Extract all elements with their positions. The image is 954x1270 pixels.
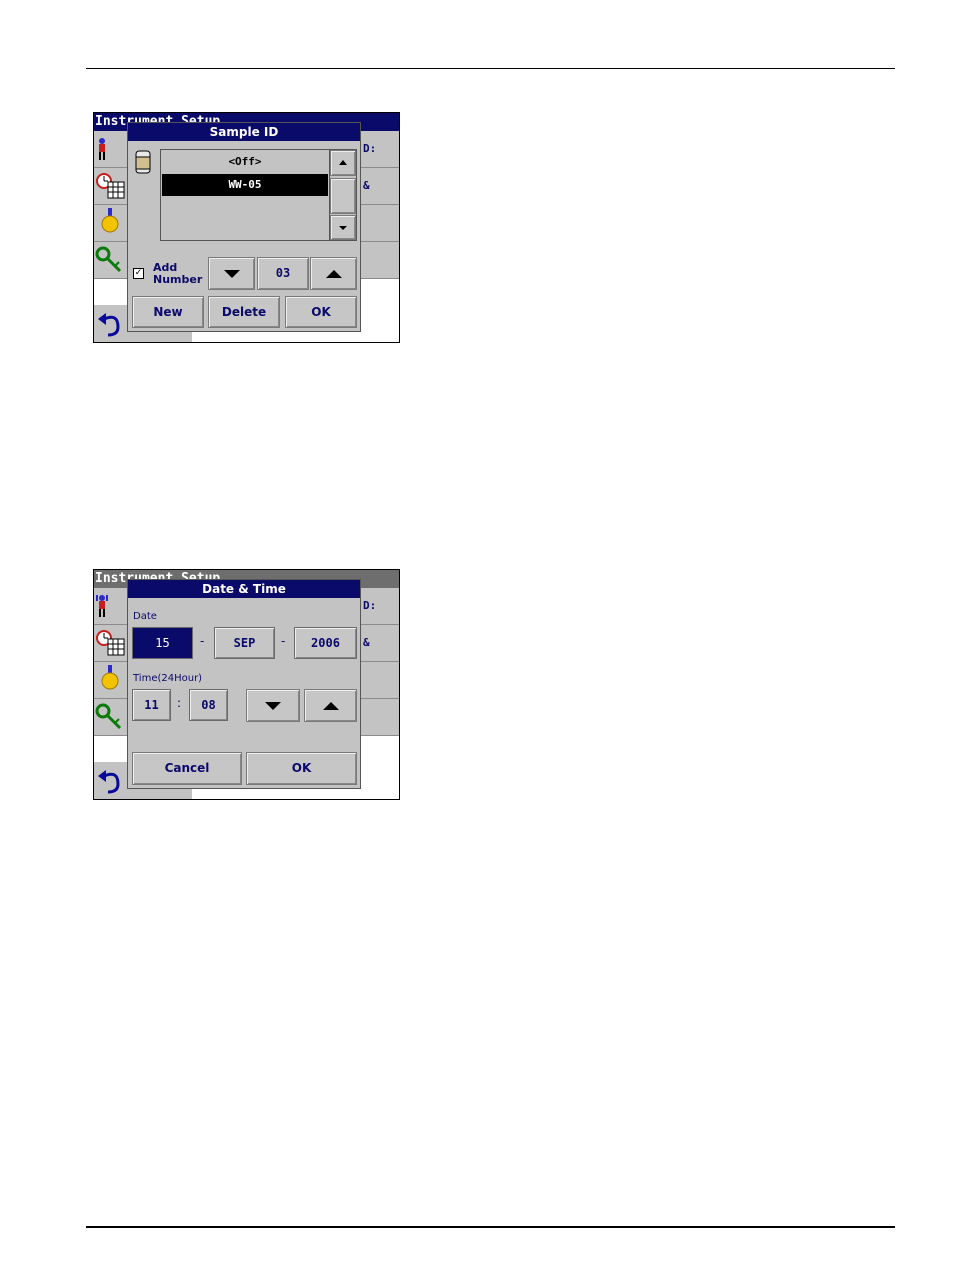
lamp-icon — [101, 665, 119, 690]
scroll-thumb[interactable] — [330, 178, 356, 214]
day-field[interactable]: 15 — [132, 627, 193, 659]
date-separator: - — [281, 634, 286, 648]
date-separator: - — [200, 634, 205, 648]
date-time-button[interactable] — [94, 168, 127, 205]
date-time-button[interactable] — [94, 625, 127, 662]
increment-button[interactable] — [304, 689, 357, 722]
arrow-up-icon — [322, 701, 339, 710]
lamp-button[interactable] — [94, 662, 127, 699]
key-icon — [95, 246, 122, 273]
arrow-down-icon — [265, 701, 281, 710]
sample-bottle-icon — [135, 150, 151, 174]
lamp-icon — [101, 208, 119, 233]
sample-id-dialog: Sample ID <Off> WW-05 ✓ Add Number 03 Ne… — [127, 122, 361, 332]
back-arrow-icon[interactable] — [94, 305, 127, 341]
list-item-selected[interactable]: WW-05 — [162, 174, 328, 196]
delete-button[interactable]: Delete — [208, 296, 280, 328]
chevron-down-icon — [339, 225, 347, 230]
hour-field[interactable]: 11 — [132, 689, 171, 721]
increment-button[interactable] — [310, 257, 357, 290]
ok-button[interactable]: OK — [285, 296, 357, 328]
decrement-button[interactable] — [246, 689, 300, 722]
right-button-1[interactable]: D: — [360, 588, 399, 625]
minute-field[interactable]: 08 — [189, 689, 228, 721]
screen-sample-id: Instrument Setup — [93, 112, 400, 343]
right-button-2[interactable]: & — [360, 168, 399, 205]
number-value[interactable]: 03 — [257, 257, 309, 290]
arrow-down-icon — [223, 269, 240, 278]
right-button-1[interactable]: D: — [360, 131, 399, 168]
add-number-checkbox[interactable]: ✓ — [133, 268, 144, 279]
right-button-4[interactable] — [360, 699, 399, 736]
dialog-title: Sample ID — [128, 123, 360, 141]
right-button-2[interactable]: & — [360, 625, 399, 662]
footer-rule — [86, 1226, 895, 1228]
chevron-up-icon — [339, 160, 347, 165]
left-toolbar — [94, 588, 192, 799]
date-time-dialog: Date & Time Date 15 - SEP - 2006 Time(24… — [127, 579, 361, 789]
scroll-down-button[interactable] — [330, 215, 356, 240]
date-label: Date — [133, 611, 157, 622]
clock-calendar-icon — [96, 630, 125, 656]
header-rule — [86, 68, 895, 69]
right-button-4[interactable] — [360, 242, 399, 279]
operator-button[interactable] — [94, 588, 127, 625]
sample-id-list[interactable]: <Off> WW-05 — [160, 149, 330, 241]
back-arrow-icon[interactable] — [94, 762, 127, 798]
list-scrollbar[interactable] — [329, 149, 357, 241]
right-button-3[interactable] — [360, 205, 399, 242]
operator-icon — [99, 138, 105, 160]
cancel-button[interactable]: Cancel — [132, 752, 242, 785]
screen-date-time: Instrument Setup — [93, 569, 400, 800]
right-button-3[interactable] — [360, 662, 399, 699]
new-button[interactable]: New — [132, 296, 204, 328]
scroll-up-button[interactable] — [330, 150, 356, 176]
add-number-label: Add Number — [153, 261, 203, 286]
operator-icon — [96, 595, 108, 617]
list-item[interactable]: <Off> — [162, 151, 328, 173]
clock-calendar-icon — [96, 173, 125, 199]
year-field[interactable]: 2006 — [294, 627, 357, 659]
left-toolbar — [94, 131, 192, 342]
security-button[interactable] — [94, 699, 127, 736]
operator-button[interactable] — [94, 131, 127, 168]
month-field[interactable]: SEP — [214, 627, 275, 659]
security-button[interactable] — [94, 242, 127, 279]
dialog-title: Date & Time — [128, 580, 360, 598]
decrement-button[interactable] — [208, 257, 255, 290]
lamp-button[interactable] — [94, 205, 127, 242]
time-separator: : — [177, 696, 182, 710]
arrow-up-icon — [325, 269, 342, 278]
key-icon — [95, 703, 122, 730]
time-label: Time(24Hour) — [133, 673, 203, 684]
ok-button[interactable]: OK — [246, 752, 357, 785]
